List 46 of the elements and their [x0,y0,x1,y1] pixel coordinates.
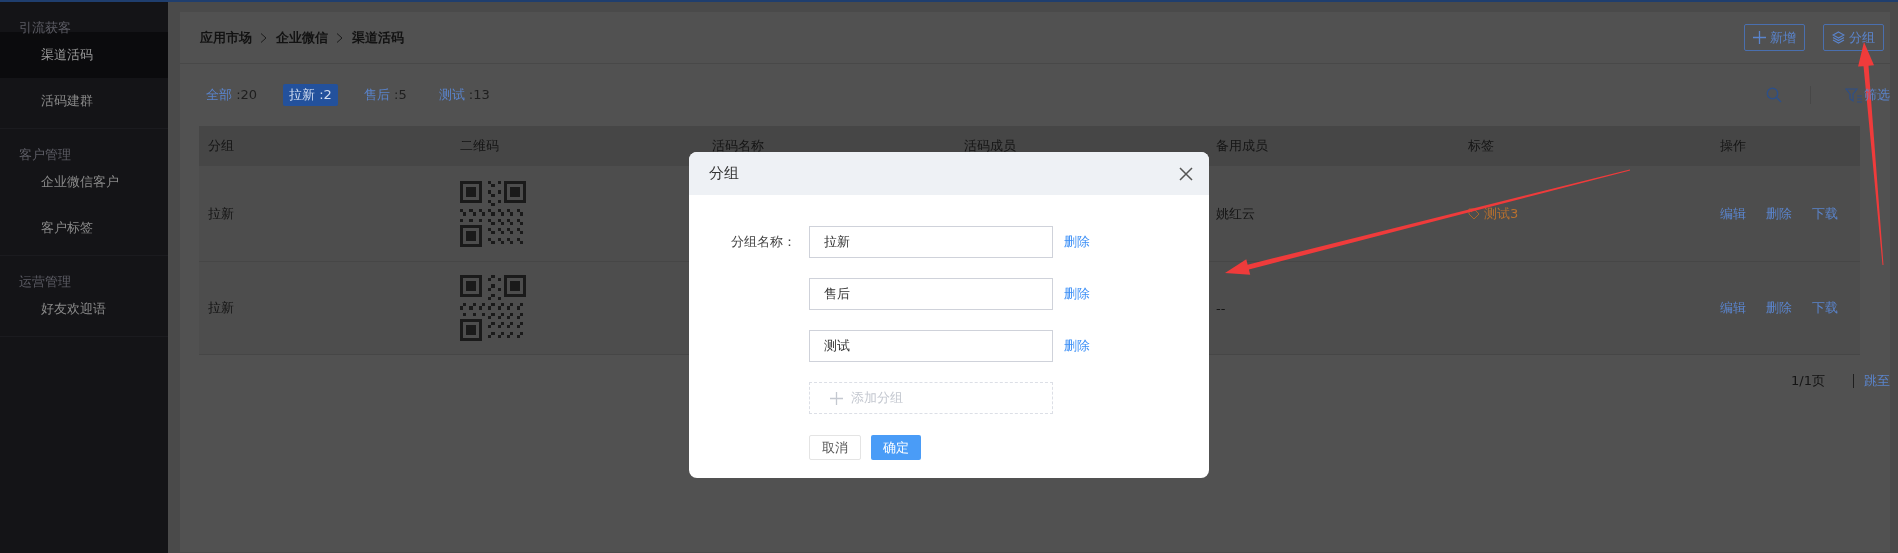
action-link[interactable]: 删除 [1766,299,1792,317]
sidebar-section-title: 运营管理 [18,273,72,286]
filter-tab[interactable]: 拉新 :2 [283,84,338,106]
field-label: 分组名称： [730,233,797,251]
action-link[interactable]: 下载 [1812,204,1838,223]
chevron-right-icon [260,32,268,43]
delete-link[interactable]: 删除 [1064,233,1209,251]
sidebar-item[interactable]: 好友欢迎语 [0,286,168,332]
chevron-right-icon [336,32,344,43]
delete-link[interactable]: 删除 [1064,337,1209,355]
plus-icon [1753,31,1766,44]
input-field[interactable]: 测试 [809,330,1053,362]
breadcrumb-item[interactable]: 渠道活码 [352,28,404,47]
action-link[interactable]: 编辑 [1720,204,1746,223]
action-link[interactable]: 删除 [1766,204,1792,223]
add-button[interactable]: 新增 [1744,24,1805,51]
delete-link[interactable]: 删除 [1064,285,1209,303]
plus-icon [830,391,843,405]
sidebar-section-title: 引流获客 [18,19,72,32]
group-button[interactable]: 分组 [1823,24,1884,51]
input-field[interactable]: 拉新 [809,226,1053,258]
tag-icon [1468,207,1480,220]
breadcrumb-item[interactable]: 应用市场 [200,28,252,47]
add-group-button[interactable]: 添加分组 [809,382,1053,414]
action-link[interactable]: 编辑 [1720,299,1746,317]
sidebar-section-title: 客户管理 [18,146,72,159]
action-link[interactable]: 下载 [1812,299,1838,317]
sidebar-item[interactable]: 客户标签 [0,205,168,251]
search-icon[interactable] [1766,87,1782,103]
input-field[interactable]: 售后 [809,278,1053,310]
qr-code-icon [460,180,526,247]
confirm-button[interactable]: 确定 [871,435,921,460]
sidebar-item[interactable]: 渠道活码 [0,32,168,78]
breadcrumb-item[interactable]: 企业微信 [276,28,328,47]
table-cell-text: -- [1215,300,1227,316]
cancel-button[interactable]: 取消 [809,435,861,460]
tag-label: 测试3 [1484,204,1519,223]
sidebar-item[interactable]: 企业微信客户 [0,159,168,205]
layers-icon [1832,31,1845,44]
qr-code-icon [460,275,526,341]
jump-link[interactable]: 跳至 [1864,372,1890,390]
close-icon[interactable] [1179,166,1193,181]
dialog-title: 分组 [709,164,740,183]
sidebar-item[interactable]: 活码建群 [0,78,168,124]
filter-icon[interactable] [1845,87,1862,103]
page-indicator: 1/1页 [1791,372,1825,390]
